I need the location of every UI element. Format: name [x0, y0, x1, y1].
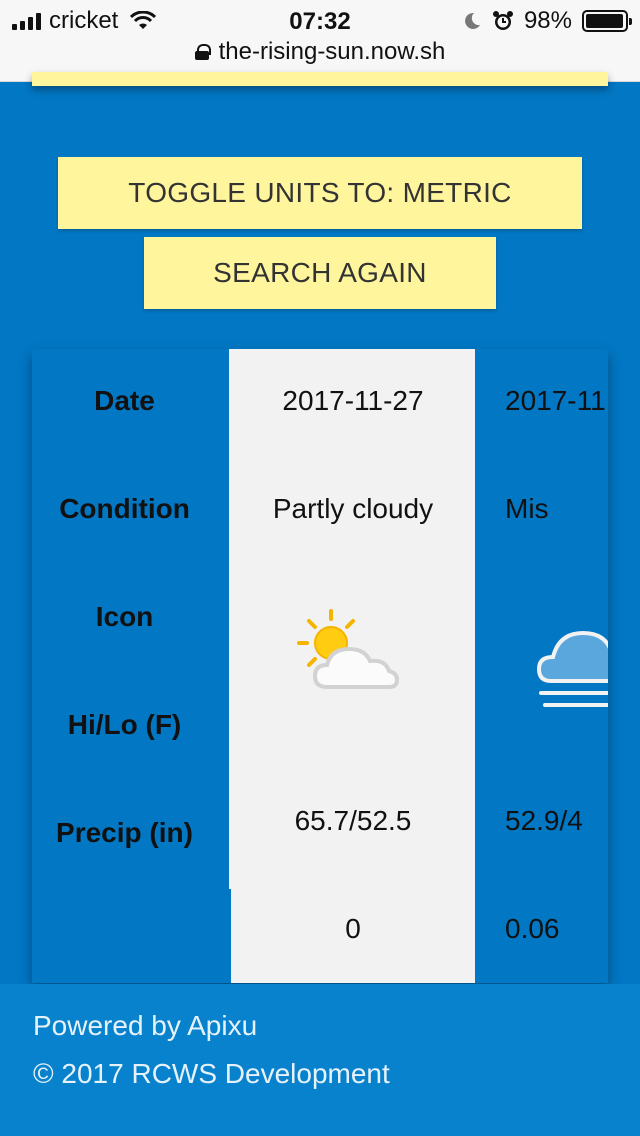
- day-precip: 0.06: [505, 913, 560, 944]
- label-precip: Precip (in): [56, 817, 193, 848]
- status-bar: cricket 07:32 98% the-rising-sun.now.sh: [0, 0, 640, 82]
- day-precip: 0: [345, 913, 361, 944]
- copyright-text: © 2017 RCWS Development: [33, 1058, 390, 1089]
- forecast-day-column: 2017-11 Mis 52.9/4 0.06: [475, 349, 608, 983]
- label-hilo: Hi/Lo (F): [67, 709, 182, 740]
- label-date: Date: [94, 385, 155, 416]
- footer: Powered by Apixu © 2017 RCWS Development: [0, 984, 640, 1136]
- mist-icon: [537, 619, 608, 709]
- moon-icon: [465, 12, 480, 29]
- day-hilo: 52.9/4: [505, 805, 583, 836]
- partly-cloudy-icon: [231, 607, 475, 697]
- search-again-button[interactable]: SEARCH AGAIN: [144, 237, 496, 309]
- status-right: 98%: [462, 7, 632, 34]
- powered-by-text: Powered by Apixu: [33, 1010, 258, 1041]
- battery-percent: 98%: [523, 7, 572, 34]
- lock-icon: [194, 44, 211, 60]
- toggle-units-button[interactable]: TOGGLE UNITS TO: METRIC: [58, 157, 582, 229]
- day-date: 2017-11-27: [282, 385, 424, 416]
- forecast-day-column: 2017-11-27 Partly cloudy 65.7/52.5 0: [231, 349, 475, 983]
- day-hilo: 65.7/52.5: [294, 805, 412, 836]
- label-icon: Icon: [95, 601, 154, 632]
- alarm-icon: [492, 11, 513, 30]
- battery-icon: [582, 10, 632, 32]
- day-date: 2017-11: [505, 385, 606, 416]
- search-card-edge: [32, 72, 608, 86]
- url-text: the-rising-sun.now.sh: [218, 38, 446, 65]
- row-labels: Date Condition Icon Hi/Lo (F) Precip (in…: [32, 349, 228, 889]
- label-condition: Condition: [59, 493, 190, 524]
- url-bar[interactable]: the-rising-sun.now.sh: [0, 38, 640, 66]
- day-condition: Partly cloudy: [272, 493, 434, 524]
- forecast-table[interactable]: Date Condition Icon Hi/Lo (F) Precip (in…: [32, 349, 608, 983]
- day-condition: Mis: [505, 493, 549, 524]
